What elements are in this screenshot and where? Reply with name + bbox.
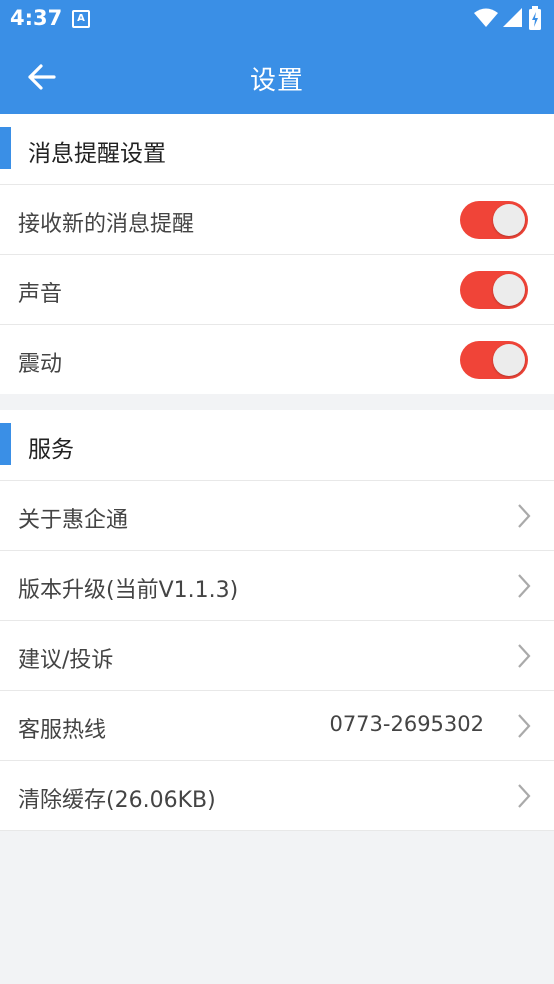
- hotline-number: 0773-2695302: [329, 712, 484, 736]
- chevron-right-icon: [518, 504, 531, 528]
- vibration-toggle[interactable]: [460, 341, 528, 379]
- service-item-label: 版本升级(当前V1.1.3): [18, 578, 239, 603]
- setting-label: 震动: [18, 352, 63, 377]
- section-title: 服务: [28, 437, 74, 463]
- section-accent-bar: [0, 127, 11, 169]
- setting-row-receive-notifications: 接收新的消息提醒: [0, 185, 554, 255]
- app-bar: 设置: [0, 38, 554, 114]
- section-header: 服务: [0, 410, 554, 481]
- service-item-label: 客服热线: [18, 718, 107, 743]
- battery-icon: [529, 6, 541, 30]
- chevron-right-icon: [518, 714, 531, 738]
- service-item-hotline[interactable]: 客服热线 0773-2695302: [0, 691, 554, 761]
- toggle-knob: [493, 204, 525, 236]
- status-bar: 4:37 A: [0, 0, 554, 38]
- wifi-icon: [473, 8, 498, 27]
- service-item-label: 关于惠企通: [18, 508, 129, 533]
- section-accent-bar: [0, 423, 11, 465]
- notification-settings-section: 消息提醒设置 接收新的消息提醒 声音 震动: [0, 114, 554, 394]
- setting-row-sound: 声音: [0, 255, 554, 325]
- chevron-right-icon: [518, 574, 531, 598]
- toggle-knob: [493, 274, 525, 306]
- service-item-about[interactable]: 关于惠企通: [0, 481, 554, 551]
- sound-toggle[interactable]: [460, 271, 528, 309]
- service-section: 服务 关于惠企通 版本升级(当前V1.1.3) 建议/投诉 客服热线 0773-…: [0, 410, 554, 831]
- service-item-version-upgrade[interactable]: 版本升级(当前V1.1.3): [0, 551, 554, 621]
- setting-row-vibration: 震动: [0, 325, 554, 394]
- service-item-label: 清除缓存(26.06KB): [18, 788, 216, 813]
- section-title: 消息提醒设置: [28, 141, 166, 167]
- chevron-right-icon: [518, 644, 531, 668]
- signal-icon: [502, 8, 522, 27]
- service-item-label: 建议/投诉: [18, 648, 114, 673]
- status-time: 4:37: [10, 6, 63, 30]
- service-item-clear-cache[interactable]: 清除缓存(26.06KB): [0, 761, 554, 831]
- setting-label: 声音: [18, 282, 63, 307]
- status-icons: [473, 6, 542, 32]
- page-title: 设置: [249, 66, 304, 96]
- setting-label: 接收新的消息提醒: [18, 212, 195, 237]
- service-item-feedback[interactable]: 建议/投诉: [0, 621, 554, 691]
- toggle-knob: [493, 344, 525, 376]
- section-header: 消息提醒设置: [0, 114, 554, 185]
- notification-icon: A: [72, 10, 90, 28]
- chevron-right-icon: [518, 784, 531, 808]
- receive-notifications-toggle[interactable]: [460, 201, 528, 239]
